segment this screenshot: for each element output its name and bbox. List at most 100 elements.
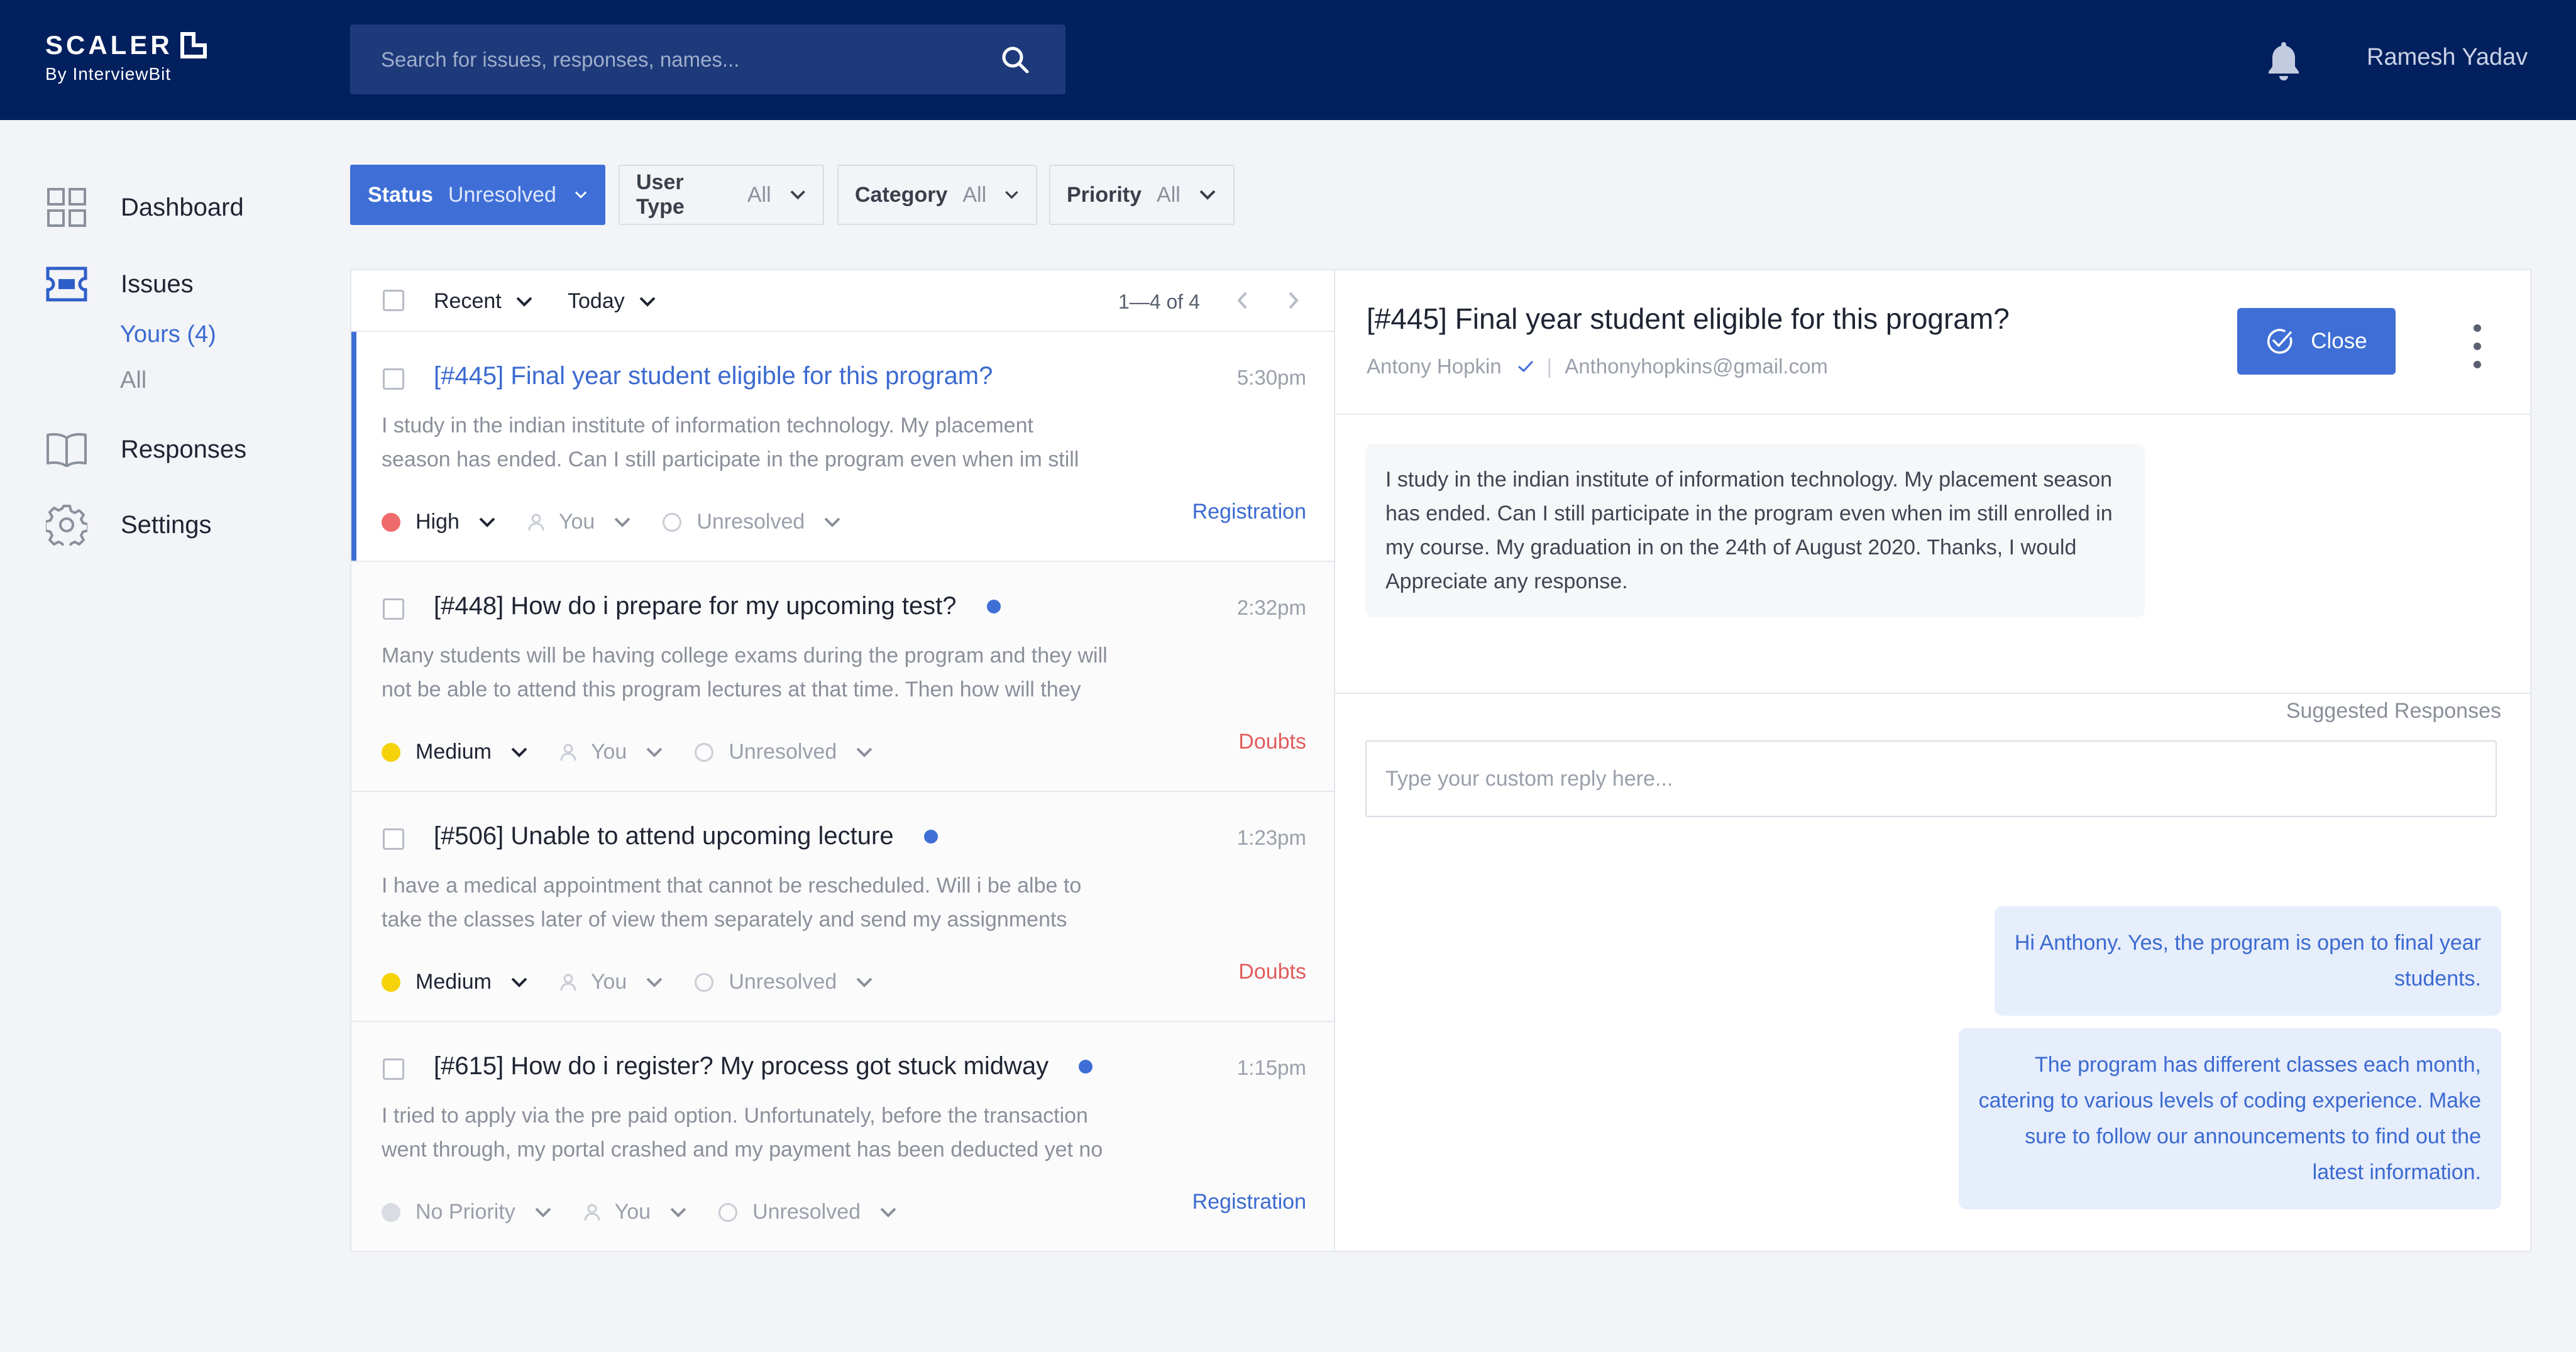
- issue-row[interactable]: [#448] How do i prepare for my upcoming …: [351, 562, 1334, 792]
- issue-row[interactable]: [#506] Unable to attend upcoming lecture…: [351, 792, 1334, 1022]
- filter-category[interactable]: Category All: [837, 165, 1037, 225]
- priority-label: Medium: [416, 740, 492, 764]
- chevron-down-icon: [614, 517, 630, 527]
- assignee-dropdown[interactable]: You: [559, 970, 663, 994]
- priority-dot: [382, 972, 400, 992]
- sidebar-label-issues: Issues: [121, 270, 194, 298]
- select-all-checkbox[interactable]: [383, 290, 404, 311]
- issue-meta: Medium You Unresolved: [382, 740, 905, 764]
- issue-preview-line: Many students will be having college exa…: [382, 644, 1108, 668]
- date-range-dropdown[interactable]: Today: [568, 289, 656, 314]
- top-bar: SCALER By InterviewBit Ramesh Yadav: [0, 0, 2576, 120]
- reply-input[interactable]: [1365, 740, 2497, 817]
- issue-detail-panel: [#445] Final year student eligible for t…: [1334, 269, 2531, 1252]
- filter-status[interactable]: Status Unresolved: [350, 165, 605, 225]
- assignee-dropdown[interactable]: You: [559, 740, 663, 764]
- sidebar-item-dashboard[interactable]: Dashboard: [45, 186, 244, 229]
- issue-preview-line: went through, my portal crashed and my p…: [382, 1138, 1103, 1162]
- suggested-responses-label: Suggested Responses: [2286, 699, 2501, 723]
- requester-name[interactable]: Antony Hopkin: [1367, 354, 1502, 378]
- sort-dropdown[interactable]: Recent: [434, 289, 533, 314]
- close-button-label: Close: [2311, 329, 2367, 353]
- chevron-down-icon: [1199, 190, 1216, 200]
- scaler-logo[interactable]: SCALER By InterviewBit: [45, 30, 207, 84]
- bell-icon: [2269, 42, 2299, 80]
- status-dropdown[interactable]: Unresolved: [695, 970, 873, 994]
- user-icon: [584, 1204, 600, 1221]
- issue-preview: I have a medical appointment that cannot…: [382, 869, 1136, 937]
- status-dropdown[interactable]: Unresolved: [718, 1200, 897, 1224]
- sort-label: Recent: [434, 289, 502, 313]
- issue-checkbox[interactable]: [383, 598, 404, 620]
- gear-icon: [45, 503, 88, 546]
- suggested-response[interactable]: The program has different classes each m…: [1958, 1028, 2501, 1209]
- message-line: I study in the indian institute of infor…: [1385, 468, 2113, 492]
- next-page-button[interactable]: [1280, 288, 1306, 313]
- close-issue-button[interactable]: Close: [2237, 308, 2396, 375]
- filter-value: All: [747, 182, 771, 207]
- prev-page-button[interactable]: [1230, 288, 1255, 313]
- issue-preview: I tried to apply via the pre paid option…: [382, 1099, 1136, 1167]
- chevron-down-icon: [1005, 190, 1018, 199]
- user-menu[interactable]: Ramesh Yadav: [2367, 44, 2528, 71]
- priority-dropdown[interactable]: Medium: [382, 740, 528, 764]
- issue-title[interactable]: [#615] How do i register? My process got…: [434, 1052, 1093, 1080]
- category-tag[interactable]: Doubts: [1238, 960, 1306, 984]
- filter-value: All: [962, 182, 987, 207]
- status-dropdown[interactable]: Unresolved: [663, 510, 841, 534]
- chevron-down-icon: [670, 1207, 686, 1217]
- sidebar-label-responses: Responses: [121, 435, 247, 463]
- issue-title[interactable]: [#445] Final year student eligible for t…: [434, 362, 993, 390]
- book-icon: [45, 428, 88, 471]
- sidebar-item-issues[interactable]: Issues: [45, 263, 194, 305]
- filter-priority[interactable]: Priority All: [1049, 165, 1235, 225]
- logo-text: SCALER: [45, 30, 173, 60]
- issue-row[interactable]: [#615] How do i register? My process got…: [351, 1022, 1334, 1251]
- issue-time: 1:15pm: [1236, 1056, 1306, 1079]
- suggestion-line: latest information.: [2312, 1160, 2481, 1184]
- sidebar-label-settings: Settings: [121, 510, 212, 539]
- more-options-button[interactable]: [2465, 324, 2490, 368]
- sidebar-subitem-yours[interactable]: Yours (4): [120, 321, 216, 348]
- issue-title[interactable]: [#506] Unable to attend upcoming lecture: [434, 822, 938, 850]
- chevron-down-icon: [856, 977, 872, 987]
- search-button[interactable]: [990, 35, 1040, 85]
- filter-user-type[interactable]: User Type All: [619, 165, 824, 225]
- category-tag[interactable]: Registration: [1192, 500, 1306, 524]
- chevron-down-icon: [824, 517, 840, 527]
- assignee-dropdown[interactable]: You: [583, 1200, 687, 1224]
- issue-title-text: [#445] Final year student eligible for t…: [434, 362, 993, 390]
- priority-dropdown[interactable]: Medium: [382, 970, 528, 994]
- priority-dropdown[interactable]: No Priority: [382, 1200, 552, 1224]
- issue-checkbox[interactable]: [383, 828, 404, 850]
- verified-check-icon: [1517, 360, 1533, 373]
- kebab-dot: [2474, 324, 2481, 332]
- priority-label: No Priority: [416, 1200, 515, 1224]
- chevron-down-icon: [646, 747, 663, 757]
- priority-dropdown[interactable]: High: [382, 510, 496, 534]
- issue-title[interactable]: [#448] How do i prepare for my upcoming …: [434, 592, 1001, 620]
- search-bar: [350, 25, 1065, 94]
- issue-list-header: Recent Today 1—4 of 4: [351, 270, 1334, 332]
- sidebar-label-dashboard: Dashboard: [121, 193, 244, 221]
- category-tag[interactable]: Doubts: [1238, 730, 1306, 754]
- issue-checkbox[interactable]: [383, 1058, 404, 1080]
- issue-preview: Many students will be having college exa…: [382, 639, 1136, 706]
- sidebar-item-responses[interactable]: Responses: [45, 428, 246, 471]
- user-icon: [560, 744, 576, 761]
- notifications-button[interactable]: [2265, 40, 2303, 81]
- suggested-response[interactable]: Hi Anthony. Yes, the program is open to …: [1994, 906, 2501, 1016]
- requester-email[interactable]: Anthonyhopkins@gmail.com: [1565, 354, 1828, 378]
- issue-checkbox[interactable]: [383, 368, 404, 390]
- search-input[interactable]: [350, 25, 990, 94]
- assignee-dropdown[interactable]: You: [527, 510, 631, 534]
- sidebar-subitem-all[interactable]: All: [120, 367, 146, 394]
- sidebar-item-settings[interactable]: Settings: [45, 503, 212, 546]
- check-circle-icon: [2267, 329, 2293, 354]
- chevron-right-icon: [1289, 292, 1299, 309]
- issue-row[interactable]: [#445] Final year student eligible for t…: [351, 332, 1334, 562]
- category-tag[interactable]: Registration: [1192, 1190, 1306, 1214]
- status-dropdown[interactable]: Unresolved: [695, 740, 873, 764]
- priority-label: Medium: [416, 970, 492, 994]
- filter-label: User Type: [636, 170, 685, 219]
